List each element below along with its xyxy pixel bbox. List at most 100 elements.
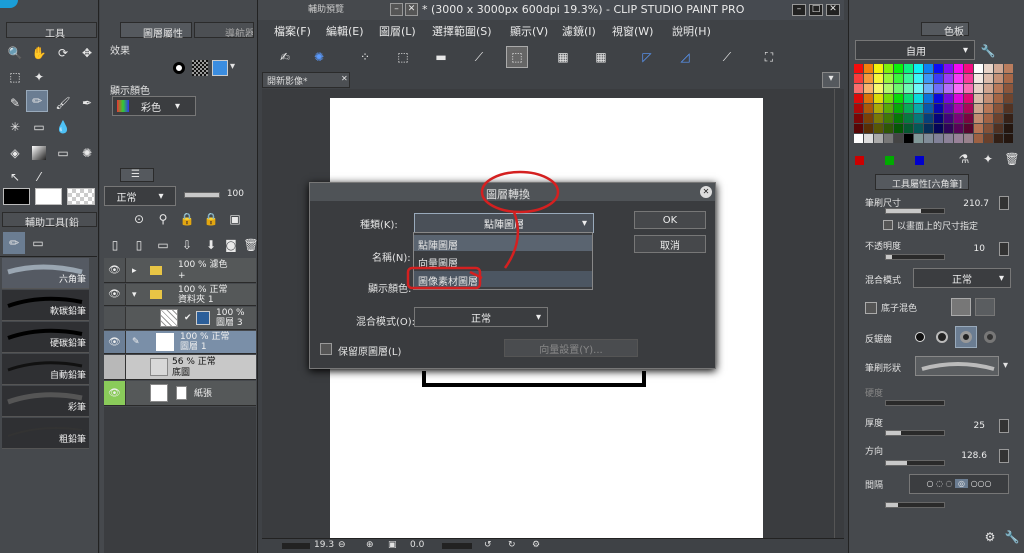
swatch-cell[interactable] xyxy=(944,94,953,103)
menu-edit[interactable]: 編輯(E) xyxy=(326,22,364,42)
swatch-cell[interactable] xyxy=(984,114,993,123)
swatch-cell[interactable] xyxy=(984,94,993,103)
swatch-cell[interactable] xyxy=(864,64,873,73)
swatch-cell[interactable] xyxy=(954,134,963,143)
swatch-cell[interactable] xyxy=(994,114,1003,123)
perspective-icon[interactable]: ◸ xyxy=(636,46,658,68)
selection-display-icon[interactable]: ⬚ xyxy=(506,46,528,68)
swatch-grid[interactable] xyxy=(854,64,1014,144)
magic-wand-icon[interactable]: ✦ xyxy=(28,66,50,88)
swatch-cell[interactable] xyxy=(1004,84,1013,93)
swatch-cell[interactable] xyxy=(864,134,873,143)
swatch-cell[interactable] xyxy=(934,124,943,133)
interval-slider[interactable] xyxy=(885,502,945,508)
swatch-cell[interactable] xyxy=(864,104,873,113)
eye-icon[interactable]: 👁 xyxy=(104,258,126,282)
swatch-cell[interactable] xyxy=(994,134,1003,143)
ruler-show-icon[interactable]: ⟋ xyxy=(716,46,738,68)
menu-layer[interactable]: 圖層(L) xyxy=(379,22,416,42)
swatch-cell[interactable] xyxy=(964,104,973,113)
new-raster-layer-icon[interactable]: ▯ xyxy=(104,234,126,256)
swatch-cell[interactable] xyxy=(974,104,983,113)
swatch-cell[interactable] xyxy=(1004,64,1013,73)
swatch-cell[interactable] xyxy=(854,124,863,133)
sub-tool-icon[interactable]: ✍ xyxy=(274,46,296,68)
menu-selection[interactable]: 選擇範圍(S) xyxy=(432,22,492,42)
angle-slider[interactable] xyxy=(442,543,472,549)
swatch-cell[interactable] xyxy=(894,84,903,93)
effect-color-icon[interactable] xyxy=(212,60,228,76)
cancel-button[interactable]: 取消 xyxy=(634,235,706,253)
swatch-cell[interactable] xyxy=(914,84,923,93)
swatch-cell[interactable] xyxy=(934,64,943,73)
swatch-cell[interactable] xyxy=(934,94,943,103)
tab-close-icon[interactable]: ✕ xyxy=(341,74,348,83)
brush-icon[interactable]: 🖌 xyxy=(52,92,74,114)
ruler-icon[interactable]: ▬ xyxy=(430,46,452,68)
swatch-cell[interactable] xyxy=(884,124,893,133)
main-color-swatch[interactable] xyxy=(3,188,30,205)
swatch-cell[interactable] xyxy=(1004,124,1013,133)
fill-icon[interactable]: ◈ xyxy=(4,142,26,164)
brush-size-value[interactable]: 210.7 xyxy=(959,199,989,209)
window-minimize-button[interactable]: – xyxy=(792,4,806,16)
direction-stepper[interactable] xyxy=(999,449,1009,463)
swatch-cell[interactable] xyxy=(994,124,1003,133)
swatch-cell[interactable] xyxy=(854,64,863,73)
swatch-cell[interactable] xyxy=(994,74,1003,83)
tool-property-title[interactable]: 工具屬性[六角筆] xyxy=(892,177,962,190)
layer-row[interactable]: 👁 紙張 xyxy=(104,381,256,406)
swatch-blue[interactable] xyxy=(915,156,924,165)
menu-help[interactable]: 說明(H) xyxy=(672,22,711,42)
select-icon[interactable]: ⬚ xyxy=(4,66,26,88)
swatch-cell[interactable] xyxy=(904,84,913,93)
delete-color-icon[interactable]: 🗑 xyxy=(1001,148,1023,170)
swatch-cell[interactable] xyxy=(954,124,963,133)
swatch-cell[interactable] xyxy=(964,84,973,93)
opacity-value[interactable]: 10 xyxy=(969,244,985,254)
eye-icon[interactable]: 👁 xyxy=(104,284,126,305)
interval-options[interactable]: ○ ◌ ◌ ◎ ○○○ xyxy=(909,474,1009,494)
rotate-icon[interactable]: ⟳ xyxy=(52,42,74,64)
brush-shape-preview[interactable] xyxy=(915,356,999,376)
swatch-cell[interactable] xyxy=(924,74,933,83)
sub-tool-tab[interactable]: 輔助工具[鉛 xyxy=(25,214,79,229)
tool-settings-icon[interactable]: 🔧 xyxy=(1001,526,1023,548)
swatch-cell[interactable] xyxy=(984,64,993,73)
thickness-value[interactable]: 25 xyxy=(969,421,985,431)
hardness-slider[interactable] xyxy=(885,400,945,406)
move-icon[interactable]: ✥ xyxy=(76,42,98,64)
swatch-cell[interactable] xyxy=(904,114,913,123)
swatch-cell[interactable] xyxy=(914,114,923,123)
swatch-cell[interactable] xyxy=(854,114,863,123)
hand-icon[interactable]: ✋ xyxy=(28,42,50,64)
swatch-set-dropdown[interactable]: 自用 ▾ xyxy=(855,40,975,60)
menu-filter[interactable]: 濾鏡(I) xyxy=(562,22,596,42)
new-folder-icon[interactable]: ▭ xyxy=(152,234,174,256)
add-color-icon[interactable]: ⚗ xyxy=(953,148,975,170)
menu-file[interactable]: 檔案(F) xyxy=(274,22,311,42)
swatch-cell[interactable] xyxy=(1004,134,1013,143)
swatch-cell[interactable] xyxy=(914,94,923,103)
brush-shape-arrow-icon[interactable]: ▾ xyxy=(1003,360,1008,371)
mask-icon[interactable]: ◙ xyxy=(220,234,242,256)
clip-icon[interactable]: ⚲ xyxy=(152,208,174,230)
blend-dropdown[interactable]: 正常 ▾ xyxy=(414,307,548,327)
swatch-cell[interactable] xyxy=(944,114,953,123)
swatch-cell[interactable] xyxy=(974,84,983,93)
menu-view[interactable]: 顯示(V) xyxy=(510,22,548,42)
eye-icon[interactable]: 👁 xyxy=(104,381,126,405)
swatch-cell[interactable] xyxy=(874,104,883,113)
thickness-stepper[interactable] xyxy=(999,419,1009,433)
swatch-cell[interactable] xyxy=(864,84,873,93)
brush-item[interactable]: 軟碳鉛筆 xyxy=(2,290,89,321)
swatch-cell[interactable] xyxy=(924,94,933,103)
zoom-slider[interactable] xyxy=(282,543,310,549)
close-icon[interactable]: ✕ xyxy=(405,3,418,16)
swatch-cell[interactable] xyxy=(854,104,863,113)
swatch-cell[interactable] xyxy=(984,124,993,133)
pastel-group-icon[interactable]: ▭ xyxy=(27,232,49,254)
swatch-cell[interactable] xyxy=(954,94,963,103)
anti-alias-weak[interactable] xyxy=(933,328,951,346)
keep-original-checkbox[interactable] xyxy=(320,343,332,355)
